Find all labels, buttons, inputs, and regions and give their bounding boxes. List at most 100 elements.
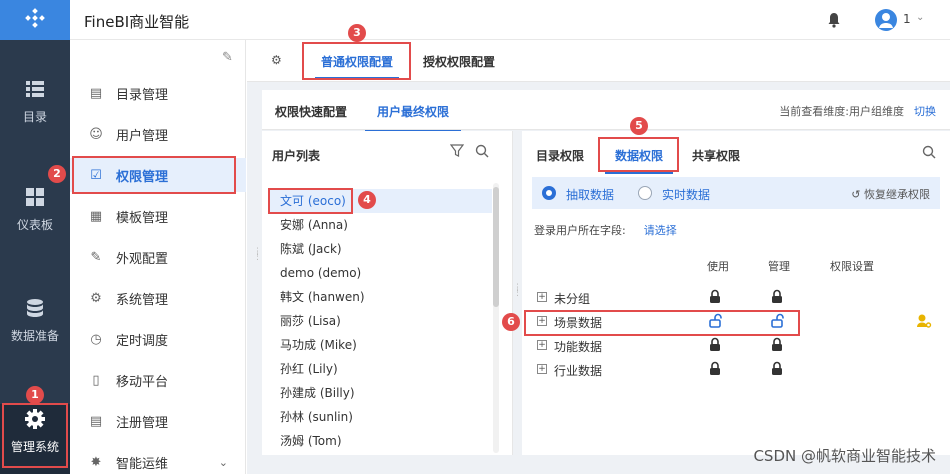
annotation-box: [524, 310, 800, 336]
dashboard-icon: [26, 188, 44, 206]
step-badge: 4: [358, 191, 376, 209]
field-select-link[interactable]: 请选择: [644, 224, 677, 237]
annotation-box: [72, 156, 236, 194]
tab-grant-permission[interactable]: 授权权限配置: [423, 53, 495, 70]
restore-label: 恢复继承权限: [864, 188, 930, 201]
tab-quick-config[interactable]: 权限快速配置: [275, 103, 347, 120]
step-badge: 2: [48, 165, 66, 183]
filter-icon[interactable]: [450, 144, 464, 158]
database-icon: [27, 299, 43, 317]
scrollbar[interactable]: [493, 183, 499, 453]
menu-item-users[interactable]: ☺ 用户管理: [70, 117, 246, 151]
search-icon[interactable]: [922, 145, 936, 159]
user-row[interactable]: 孙红 (Lily): [270, 357, 492, 381]
tree-row[interactable]: + 功能数据: [532, 334, 942, 358]
tree-row-label: 未分组: [554, 292, 591, 306]
lock-icon[interactable]: [771, 361, 783, 376]
app-title: FineBI商业智能: [84, 13, 190, 31]
user-row[interactable]: 韩文 (hanwen): [270, 285, 492, 309]
menu-item-ops[interactable]: ✸ 智能运维 ⌄: [70, 445, 246, 474]
menu-item-label: 定时调度: [116, 333, 169, 349]
mobile-icon: ▯: [92, 372, 100, 388]
annotation-box: [268, 188, 353, 214]
radio-realtime[interactable]: [638, 186, 652, 200]
chevron-down-icon[interactable]: ⌄: [916, 12, 924, 23]
menu-item-system[interactable]: ⚙ 系统管理: [70, 281, 246, 315]
drag-handle-icon[interactable]: ⋮ ⋮: [513, 284, 522, 298]
annotation-box: [2, 403, 68, 468]
template-icon: ▦: [89, 208, 103, 224]
user-row[interactable]: 陈斌 (Jack): [270, 237, 492, 261]
book-icon: ▤: [89, 85, 103, 101]
rail-item-catalog[interactable]: 目录: [0, 78, 70, 125]
watermark: CSDN @帆软商业智能技术: [753, 447, 936, 465]
tab-share-permission[interactable]: 共享权限: [692, 147, 740, 164]
step-badge: 3: [348, 24, 366, 42]
col-header-setting: 权限设置: [830, 260, 874, 273]
radio-extract[interactable]: [542, 186, 556, 200]
radio-label-extract[interactable]: 抽取数据: [566, 186, 614, 203]
user-row[interactable]: demo (demo): [270, 261, 492, 285]
expand-icon[interactable]: +: [537, 292, 547, 302]
tree-row-label: 行业数据: [554, 364, 603, 378]
step-badge: 6: [502, 313, 520, 331]
annotation-box: [302, 42, 411, 80]
user-row[interactable]: 马功成 (Mike): [270, 333, 492, 357]
view-tabs: 权限快速配置 用户最终权限 当前查看维度:用户组维度 切换: [262, 90, 950, 132]
restore-inherit-button[interactable]: ↺ 恢复继承权限: [851, 186, 930, 202]
user-row[interactable]: 安娜 (Anna): [270, 213, 492, 237]
lock-icon[interactable]: [709, 361, 721, 376]
user-row[interactable]: 丽莎 (Lisa): [270, 309, 492, 333]
user-key-icon[interactable]: [916, 313, 932, 329]
expand-icon[interactable]: +: [537, 364, 547, 374]
view-dimension-text: 当前查看维度:用户组维度: [779, 105, 904, 118]
tab-catalog-permission[interactable]: 目录权限: [536, 147, 584, 164]
tab-final-permission[interactable]: 用户最终权限: [364, 103, 462, 132]
lock-icon[interactable]: [709, 289, 721, 304]
user-row[interactable]: 孙林 (sunlin): [270, 405, 492, 429]
lock-icon[interactable]: [771, 337, 783, 352]
radio-label-realtime[interactable]: 实时数据: [662, 186, 710, 203]
lock-icon[interactable]: [709, 337, 721, 352]
top-bar: FineBI商业智能 1 ⌄: [70, 0, 950, 40]
pin-icon[interactable]: ✎: [222, 50, 233, 65]
expand-icon[interactable]: +: [537, 340, 547, 350]
user-row[interactable]: 孙建成 (Billy): [270, 381, 492, 405]
rail-item-dashboard[interactable]: 仪表板: [0, 186, 70, 233]
rail-label: 目录: [22, 110, 47, 124]
col-header-manage: 管理: [768, 260, 790, 273]
drag-handle-icon[interactable]: ⋮ ⋮: [253, 248, 262, 262]
admin-menu: ✎ ▤ 目录管理 ☺ 用户管理 ☑ 权限管理 ▦ 模板管理 ✎ 外观配置 ⚙ 系统管理 ◷ 定…: [70, 40, 246, 474]
user-list-panel: 用户列表 文可 (eoco) 安娜 (Anna) 陈斌 (Jack) demo …: [262, 131, 513, 455]
user-list-title: 用户列表: [272, 149, 321, 163]
menu-item-appearance[interactable]: ✎ 外观配置: [70, 240, 246, 274]
user-name[interactable]: 1: [903, 12, 911, 26]
menu-item-label: 外观配置: [116, 251, 169, 267]
step-badge: 1: [26, 386, 44, 404]
menu-item-label: 智能运维: [116, 456, 169, 472]
switch-link[interactable]: 切换: [914, 103, 936, 119]
avatar[interactable]: [875, 9, 897, 31]
bell-icon[interactable]: [827, 12, 841, 28]
clock-icon: ◷: [90, 331, 102, 347]
menu-item-mobile[interactable]: ▯ 移动平台: [70, 363, 246, 397]
lock-icon[interactable]: [771, 289, 783, 304]
rail-label: 仪表板: [16, 218, 53, 232]
permission-panel: 目录权限 数据权限 共享权限 抽取数据 实时数据 ↺ 恢复继承权限 登录用户所在…: [522, 131, 950, 455]
step-badge: 5: [630, 117, 648, 135]
gear-icon[interactable]: ⚙: [271, 53, 282, 67]
tree-row[interactable]: + 未分组: [532, 286, 942, 310]
list-icon: [26, 81, 44, 97]
search-icon[interactable]: [475, 144, 489, 158]
rail-item-data-prep[interactable]: 数据准备: [0, 297, 70, 344]
menu-item-label: 模板管理: [116, 210, 169, 226]
menu-item-register[interactable]: ▤ 注册管理: [70, 404, 246, 438]
login-field-row: 登录用户所在字段: 请选择: [534, 222, 677, 238]
user-row[interactable]: 汤姆 (Tom): [270, 429, 492, 453]
menu-item-schedule[interactable]: ◷ 定时调度: [70, 322, 246, 356]
menu-item-catalog[interactable]: ▤ 目录管理: [70, 76, 246, 110]
menu-item-templates[interactable]: ▦ 模板管理: [70, 199, 246, 233]
app-logo-icon[interactable]: [0, 0, 70, 40]
tree-row[interactable]: + 行业数据: [532, 358, 942, 382]
scrollbar-thumb[interactable]: [493, 187, 499, 307]
